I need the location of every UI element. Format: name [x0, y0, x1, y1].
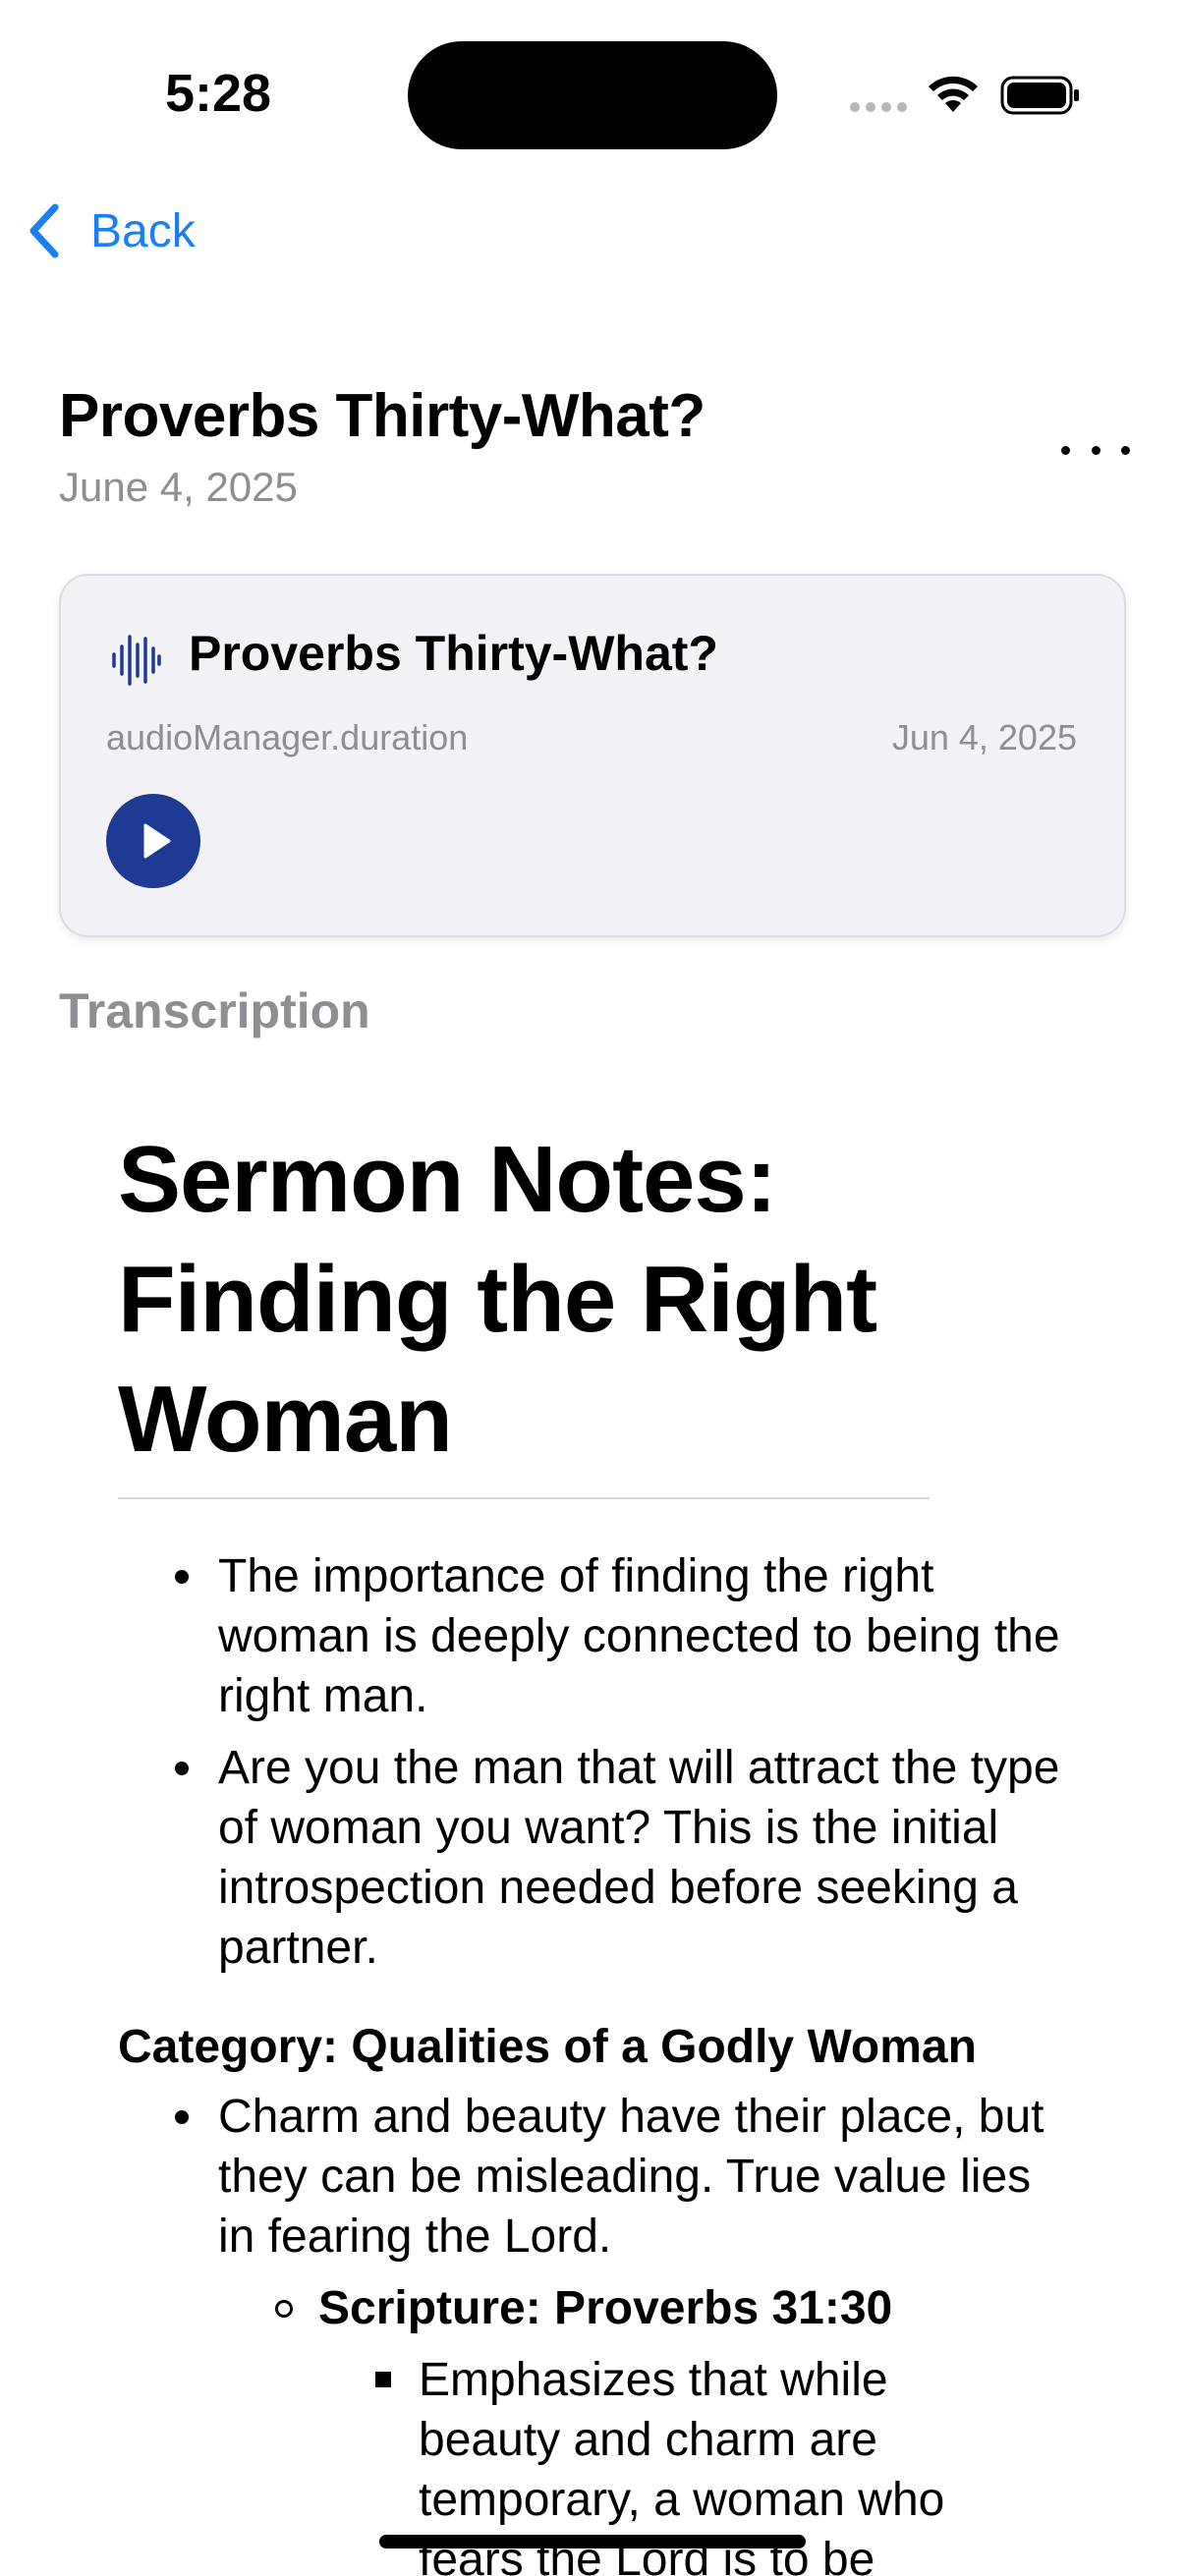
home-indicator[interactable] [379, 2535, 806, 2548]
bullet-icon [175, 1570, 189, 1584]
audio-duration: audioManager.duration [106, 717, 469, 757]
category-heading: Category: Qualities of a Godly Woman [118, 2021, 977, 2073]
battery-icon [1000, 76, 1079, 115]
chevron-left-icon [29, 203, 59, 258]
signal-dots-icon [850, 102, 907, 112]
transcription-label: Transcription [59, 983, 370, 1038]
transcription-content: Sermon Notes: Finding the Right Woman Th… [118, 1120, 1061, 2576]
list-item: The importance of finding the right woma… [118, 1546, 1061, 1726]
bullet-icon [175, 2110, 189, 2124]
list-item: Are you the man that will attract the ty… [118, 1738, 1061, 1978]
waveform-icon [112, 635, 161, 686]
status-time: 5:28 [165, 64, 272, 123]
play-button[interactable] [106, 794, 200, 888]
back-label: Back [90, 204, 196, 257]
audio-date: Jun 4, 2025 [891, 717, 1077, 757]
scripture-item: Scripture: Proverbs 31:30 [118, 2278, 1061, 2338]
audio-card[interactable]: Proverbs Thirty-What? audioManager.durat… [59, 574, 1126, 937]
page-date: June 4, 2025 [59, 464, 298, 510]
dynamic-island [408, 41, 777, 149]
ellipsis-icon [1061, 445, 1070, 455]
circle-bullet-icon [275, 2300, 293, 2318]
list-item: Charm and beauty have their place, but t… [118, 2087, 1061, 2267]
wifi-icon [929, 76, 978, 112]
bullet-icon [175, 1762, 189, 1775]
notes-heading: Sermon Notes: Finding the Right Woman [118, 1127, 877, 1472]
page-title: Proverbs Thirty-What? [59, 382, 705, 450]
more-button[interactable] [1061, 430, 1130, 470]
play-icon [143, 823, 171, 859]
category-list: Charm and beauty have their place, but t… [118, 2087, 1061, 2267]
status-bar: 5:28 [0, 0, 1185, 187]
bullet-list: The importance of finding the right woma… [118, 1546, 1061, 1978]
audio-title: Proverbs Thirty-What? [189, 626, 718, 681]
square-bullet-icon [375, 2372, 391, 2387]
back-button[interactable]: Back [22, 196, 196, 265]
divider [118, 1497, 930, 1499]
scripture-list: Scripture: Proverbs 31:30 [118, 2278, 1061, 2338]
